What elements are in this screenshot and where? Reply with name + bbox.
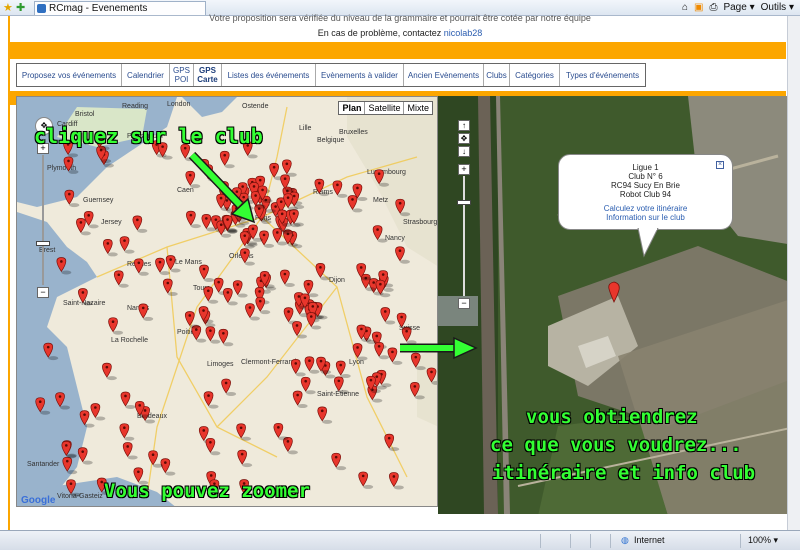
status-cell (540, 534, 570, 548)
callout-result-2: ce que vous voudrez... (490, 434, 742, 456)
status-cell (610, 534, 740, 548)
callout-zoom: Vous pouvez zoomer (104, 480, 310, 502)
callout-result-3: itinéraire et info club (492, 462, 756, 484)
callout-click-club: cliquez sur le club (34, 124, 263, 148)
zoom-level-value: 100% (748, 535, 772, 545)
callout-result-1: vous obtiendrez (526, 406, 698, 428)
internet-zone-icon: ◍ (621, 535, 629, 545)
status-cell (590, 534, 610, 548)
status-cell (570, 534, 590, 548)
status-bar: ◍ Internet 100% ▾ (0, 530, 800, 550)
page-scrollbar[interactable] (787, 16, 800, 530)
browser-window: ★ ✚ RCmag - Evenements ⌂ ▣ ⎙ Page ▾ Outi… (0, 0, 800, 550)
security-zone-label: Internet (634, 535, 665, 545)
zoom-level[interactable]: 100% ▾ (748, 535, 778, 546)
